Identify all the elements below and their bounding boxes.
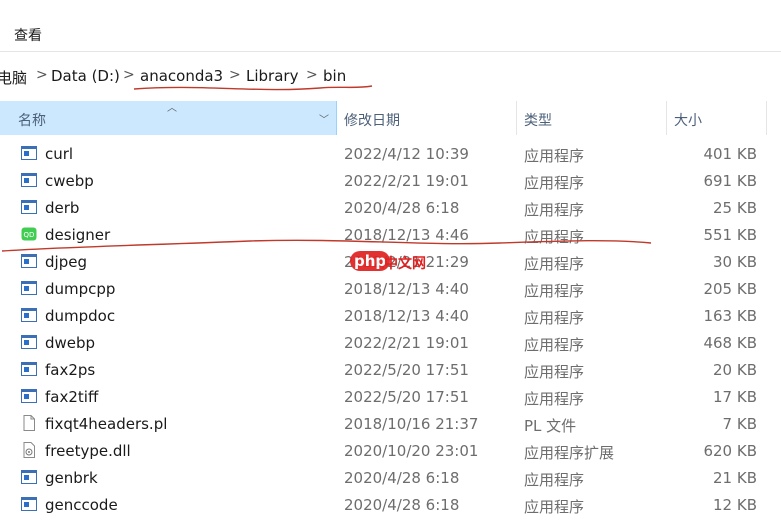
file-name: designer [45, 226, 111, 244]
file-date: 2020/10/20 23:01 [344, 442, 479, 460]
watermark-text: 中文网 [384, 256, 426, 272]
file-size: 551 KB [703, 226, 757, 244]
file-date: 2018/12/13 4:40 [344, 280, 469, 298]
file-size: 20 KB [713, 361, 757, 379]
file-size: 25 KB [713, 199, 757, 217]
file-type: 应用程序 [524, 390, 585, 408]
sort-ascending-icon: ︿ [167, 103, 177, 114]
file-row[interactable]: dumpcpp 2018/12/13 4:40 应用程序 205 KB [0, 275, 781, 302]
breadcrumb-item-library[interactable]: Library [246, 67, 298, 85]
file-row[interactable]: derb 2020/4/28 6:18 应用程序 25 KB [0, 194, 781, 221]
file-date: 2018/12/13 4:46 [344, 226, 469, 244]
file-name: dwebp [45, 334, 96, 352]
file-date: 2018/12/13 4:40 [344, 307, 469, 325]
ribbon: 查看 [0, 0, 781, 52]
file-name: genccode [45, 496, 118, 514]
file-type: 应用程序 [524, 309, 585, 327]
column-header-row: ︿ 名称 ﹀ 修改日期 类型 大小 [0, 101, 781, 135]
column-divider[interactable] [516, 101, 517, 135]
file-name: cwebp [45, 172, 94, 190]
file-name: djpeg [45, 253, 87, 271]
file-name: freetype.dll [45, 442, 131, 460]
column-header-type[interactable]: 类型 [524, 110, 552, 130]
column-divider[interactable] [666, 101, 667, 135]
file-name: derb [45, 199, 80, 217]
file-name: dumpdoc [45, 307, 116, 325]
chevron-right-icon[interactable]: > [306, 67, 318, 83]
file-size: 620 KB [703, 442, 757, 460]
chevron-right-icon[interactable]: > [229, 67, 241, 83]
file-row[interactable]: QD designer 2018/12/13 4:46 应用程序 551 KB [0, 221, 781, 248]
file-type: 应用程序 [524, 498, 585, 516]
column-header-name[interactable]: ︿ 名称 ﹀ [0, 101, 337, 135]
file-size: 12 KB [713, 496, 757, 514]
file-date: 2022/5/20 17:51 [344, 361, 469, 379]
breadcrumb-item-drive[interactable]: Data (D:) [51, 67, 120, 85]
tab-view[interactable]: 查看 [14, 25, 42, 45]
file-type: 应用程序 [524, 201, 585, 219]
column-divider[interactable] [766, 101, 767, 135]
file-name: dumpcpp [45, 280, 116, 298]
file-name: fixqt4headers.pl [45, 415, 168, 433]
file-name: fax2tiff [45, 388, 99, 406]
file-row[interactable]: genccode 2020/4/28 6:18 应用程序 12 KB [0, 491, 781, 518]
chevron-right-icon[interactable]: > [123, 67, 135, 83]
file-date: 2020/4/28 6:18 [344, 199, 460, 217]
file-type: 应用程序 [524, 336, 585, 354]
file-date: 2020/4/28 6:18 [344, 496, 460, 514]
file-size: 691 KB [703, 172, 757, 190]
breadcrumb-item-pc[interactable]: 电脑 [0, 67, 27, 88]
breadcrumb-item-bin[interactable]: bin [323, 67, 346, 85]
file-row[interactable]: fax2tiff 2022/5/20 17:51 应用程序 17 KB [0, 383, 781, 410]
file-row[interactable]: cwebp 2022/2/21 19:01 应用程序 691 KB [0, 167, 781, 194]
file-size: 21 KB [713, 469, 757, 487]
file-date: 2020/4/28 6:18 [344, 469, 460, 487]
file-type: 应用程序 [524, 471, 585, 489]
file-type: 应用程序 [524, 174, 585, 192]
file-size: 163 KB [703, 307, 757, 325]
file-type: 应用程序 [524, 282, 585, 300]
column-header-name-label: 名称 [18, 113, 46, 129]
breadcrumb-item-anaconda3[interactable]: anaconda3 [140, 67, 223, 85]
file-date: 2018/10/16 21:37 [344, 415, 479, 433]
file-row[interactable]: fixqt4headers.pl 2018/10/16 21:37 PL 文件 7 K… [0, 410, 781, 437]
chevron-down-icon[interactable]: ﹀ [319, 111, 329, 126]
file-date: 2022/5/20 17:51 [344, 388, 469, 406]
file-name: genbrk [45, 469, 98, 487]
file-row[interactable]: dwebp 2022/2/21 19:01 应用程序 468 KB [0, 329, 781, 356]
file-row[interactable]: curl 2022/4/12 10:39 应用程序 401 KB [0, 140, 781, 167]
breadcrumb[interactable]: 电脑 > Data (D:) > anaconda3 > Library > b… [0, 58, 781, 94]
file-date: 2022/2/21 19:01 [344, 334, 469, 352]
chevron-right-icon[interactable]: > [36, 67, 48, 83]
file-size: 401 KB [703, 145, 757, 163]
file-size: 30 KB [713, 253, 757, 271]
column-header-size[interactable]: 大小 [674, 110, 702, 130]
file-type: 应用程序 [524, 147, 585, 165]
file-size: 7 KB [722, 415, 757, 433]
file-type: 应用程序 [524, 228, 585, 246]
file-date: 2022/2/21 19:01 [344, 172, 469, 190]
file-size: 17 KB [713, 388, 757, 406]
file-type: 应用程序 [524, 255, 585, 273]
file-type: PL 文件 [524, 417, 577, 435]
file-row[interactable]: freetype.dll 2020/10/20 23:01 应用程序扩展 620 KB [0, 437, 781, 464]
file-row[interactable]: dumpdoc 2018/12/13 4:40 应用程序 163 KB [0, 302, 781, 329]
file-date: 2022/4/12 10:39 [344, 145, 469, 163]
file-name: fax2ps [45, 361, 96, 379]
column-header-date[interactable]: 修改日期 [344, 110, 400, 130]
file-type: 应用程序 [524, 363, 585, 381]
file-row[interactable]: fax2ps 2022/5/20 17:51 应用程序 20 KB [0, 356, 781, 383]
svg-text:QD: QD [24, 231, 35, 239]
file-size: 468 KB [703, 334, 757, 352]
file-type: 应用程序扩展 [524, 444, 615, 462]
file-row[interactable]: genbrk 2020/4/28 6:18 应用程序 21 KB [0, 464, 781, 491]
file-size: 205 KB [703, 280, 757, 298]
file-name: curl [45, 145, 74, 163]
